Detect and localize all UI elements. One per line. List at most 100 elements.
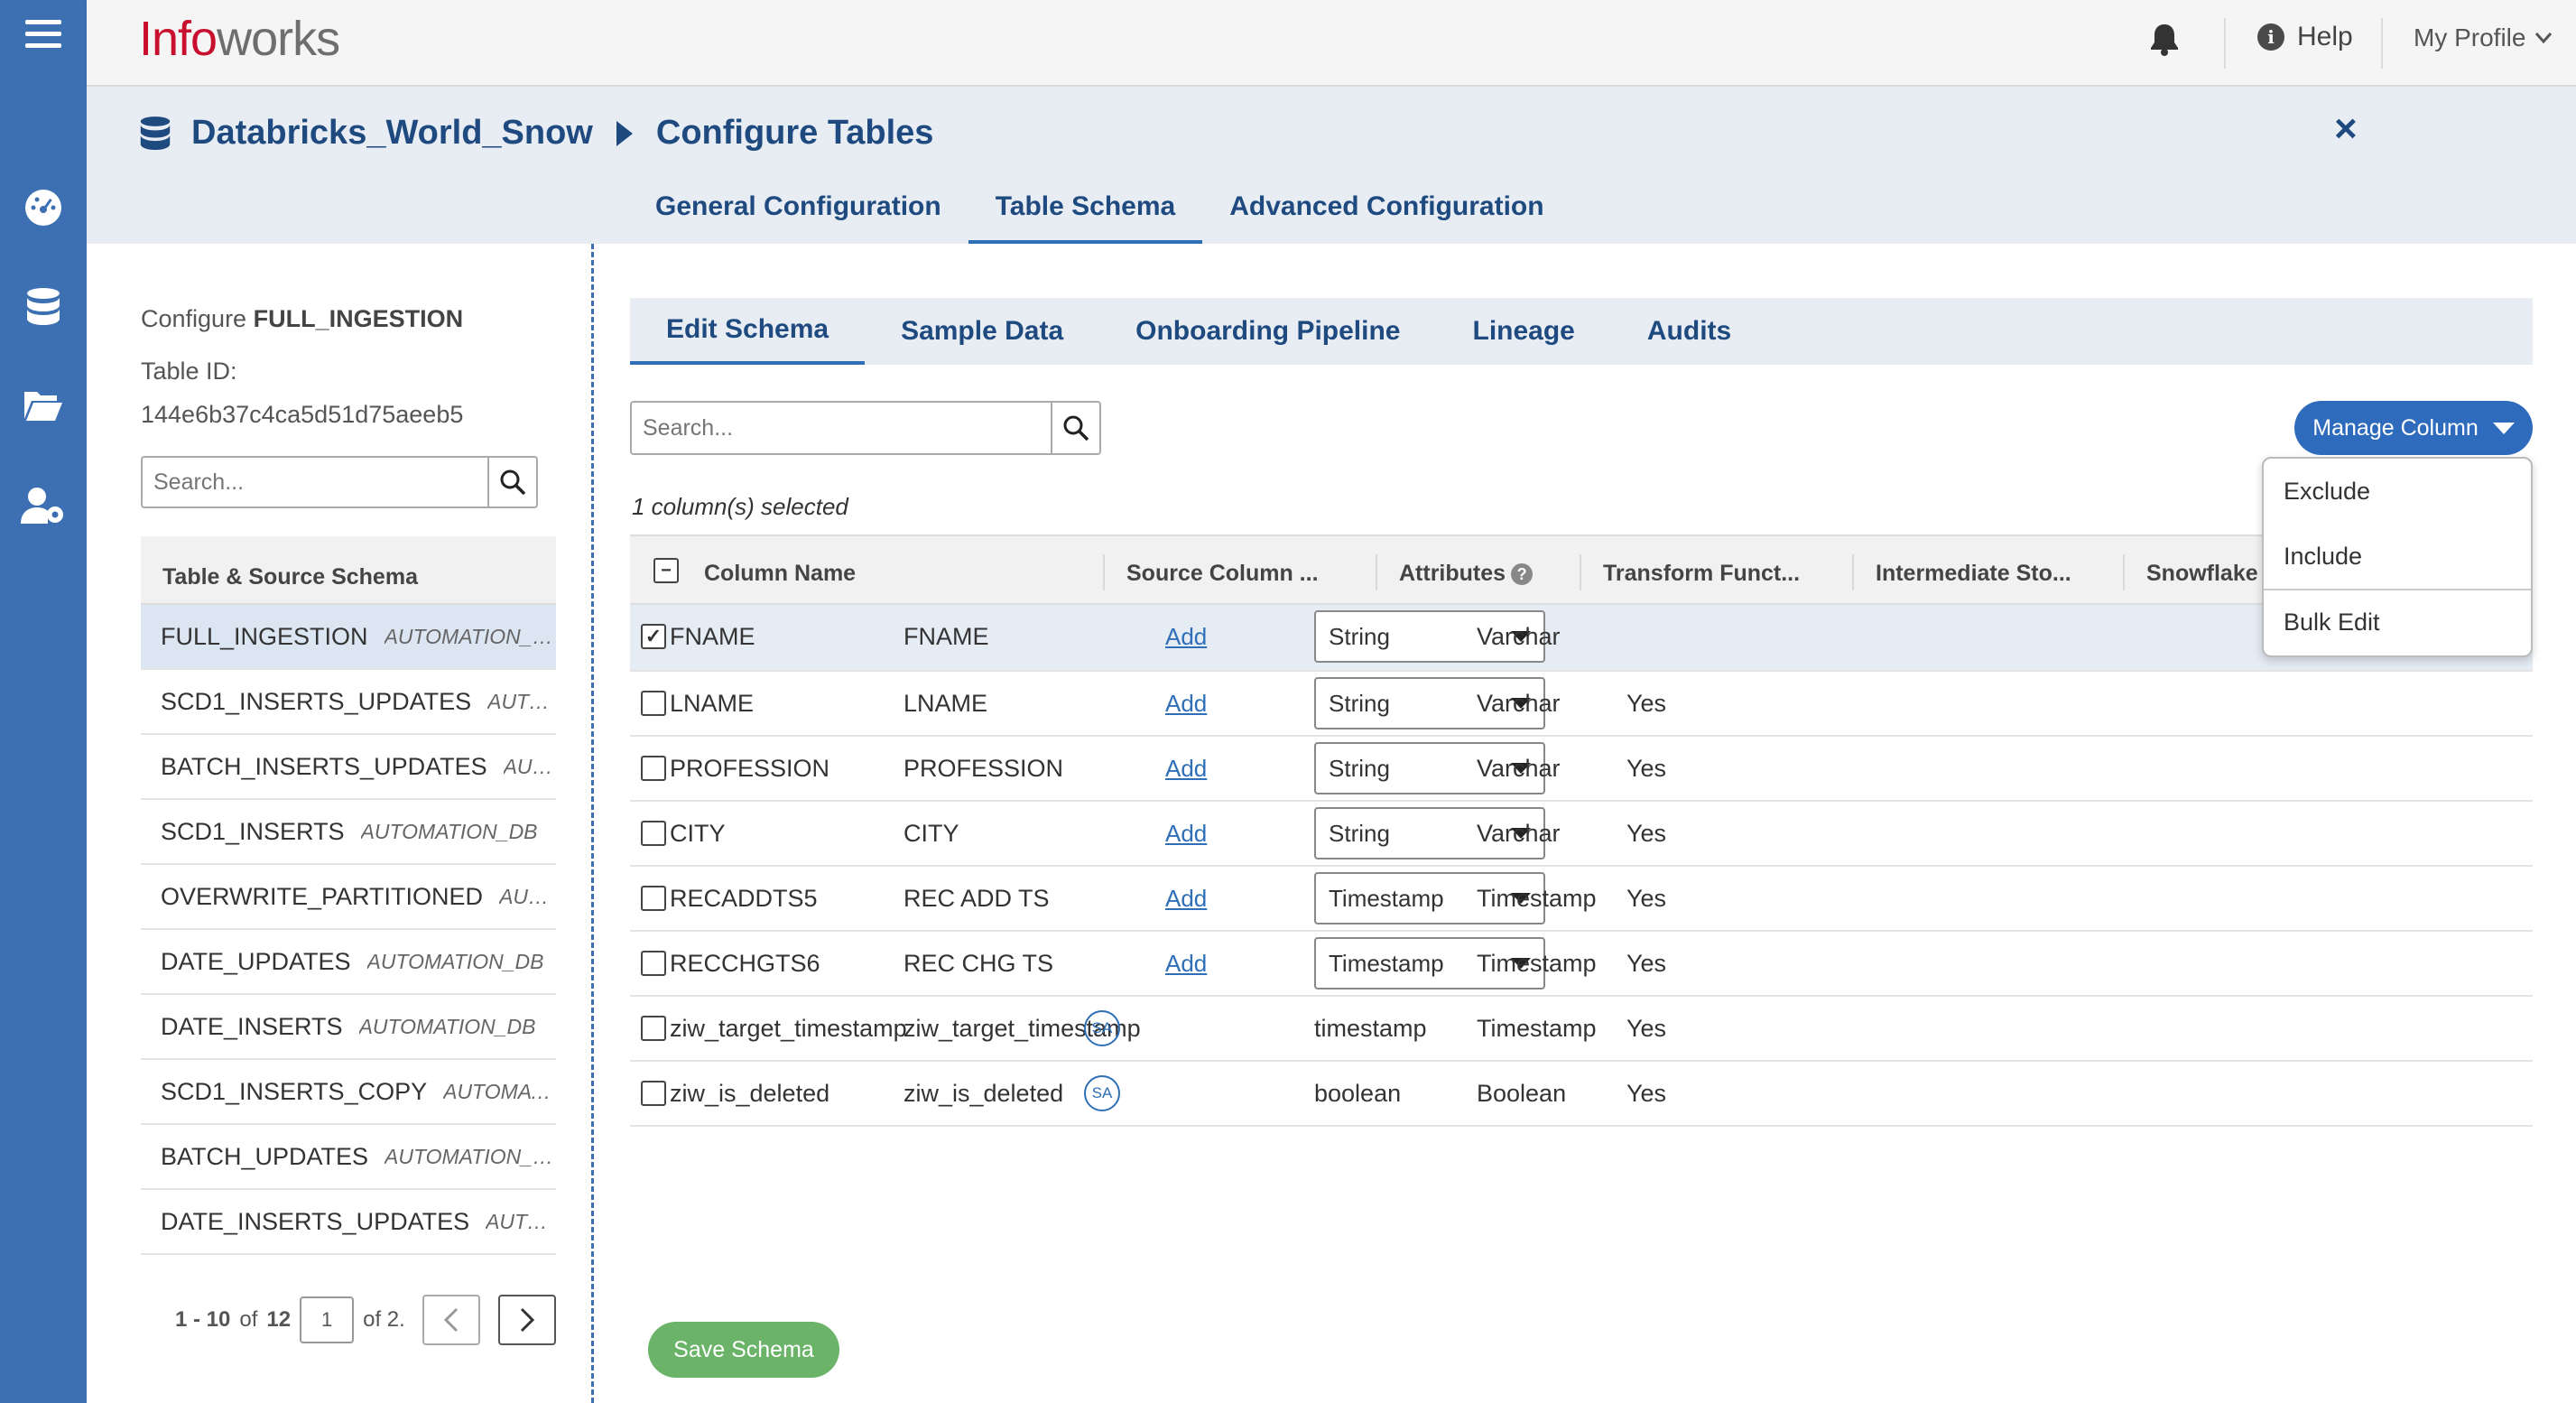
list-item[interactable]: SCD1_INSERTS_UPDATESAUTOMATION_DB: [141, 670, 556, 735]
row-checkbox[interactable]: [641, 691, 666, 716]
notification-bell-icon[interactable]: [2149, 23, 2180, 61]
add-transform-link[interactable]: Add: [1165, 623, 1207, 651]
table-row[interactable]: CITY CITY Add String Varchar Yes: [630, 802, 2533, 867]
snowflake-type-cell: Varchar: [1477, 689, 1561, 717]
database-icon[interactable]: [0, 287, 87, 327]
column-divider: [1376, 554, 1377, 590]
row-checkbox[interactable]: [641, 1016, 666, 1041]
row-checkbox[interactable]: [641, 886, 666, 911]
close-icon[interactable]: ×: [2334, 107, 2358, 152]
my-profile-menu[interactable]: My Profile: [2414, 23, 2553, 52]
profile-label: My Profile: [2414, 23, 2526, 51]
panel-divider: [591, 244, 594, 1403]
select-value: String: [1329, 819, 1390, 847]
table-row[interactable]: PROFESSION PROFESSION Add String Varchar Yes: [630, 737, 2533, 802]
search-button[interactable]: [487, 458, 536, 506]
tab-sample-data[interactable]: Sample Data: [865, 298, 1099, 365]
add-transform-link[interactable]: Add: [1165, 950, 1207, 978]
list-item[interactable]: SCD1_INSERTS_COPYAUTOMATION_DB: [141, 1060, 556, 1125]
tab-general-configuration[interactable]: General Configuration: [628, 184, 968, 244]
source-column-cell: LNAME: [903, 689, 988, 717]
chevron-left-icon: [443, 1307, 459, 1333]
row-checkbox-cell: [641, 672, 666, 735]
tab-onboarding-pipeline[interactable]: Onboarding Pipeline: [1099, 298, 1436, 365]
search-button[interactable]: [1051, 403, 1099, 453]
list-item[interactable]: OVERWRITE_PARTITIONEDAUTOMATION_DB: [141, 865, 556, 930]
table-row[interactable]: ziw_is_deleted ziw_is_deleted SA boolean Boo…: [630, 1062, 2533, 1127]
list-item[interactable]: DATE_INSERTS AUTOMATION_DB: [141, 995, 556, 1060]
column-search-input[interactable]: [632, 403, 1051, 453]
add-transform-link[interactable]: Add: [1165, 755, 1207, 783]
column-header-intermediate[interactable]: Intermediate Sto...: [1876, 536, 2071, 605]
table-id-label: Table ID:: [141, 358, 237, 385]
tab-audits[interactable]: Audits: [1611, 298, 1767, 365]
column-header-attributes[interactable]: Attributes?: [1399, 536, 1534, 605]
column-divider: [1103, 554, 1105, 590]
selection-count: 1 column(s) selected: [632, 493, 848, 520]
transform-cell: Add: [1165, 737, 1207, 800]
table-row[interactable]: ✓ FNAME FNAME Add String Varchar: [630, 605, 2533, 672]
menu-item-bulk-edit[interactable]: Bulk Edit: [2264, 589, 2531, 654]
list-item[interactable]: DATE_UPDATES AUTOMATION_DB: [141, 930, 556, 995]
column-header-snowflake[interactable]: Snowflake: [2146, 536, 2258, 605]
breadcrumb-current-page: Configure Tables: [655, 114, 934, 152]
list-item[interactable]: BATCH_INSERTS_UPDATESAUTOMATION_DB: [141, 735, 556, 800]
database-icon: [140, 116, 171, 150]
dashboard-gauge-icon[interactable]: [0, 188, 87, 228]
select-value: String: [1329, 754, 1390, 782]
table-search-input[interactable]: [143, 458, 487, 506]
menu-item-exclude[interactable]: Exclude: [2264, 459, 2531, 524]
list-item[interactable]: SCD1_INSERTS AUTOMATION_DB: [141, 800, 556, 865]
add-transform-link[interactable]: Add: [1165, 885, 1207, 913]
row-checkbox[interactable]: ✓: [641, 624, 666, 649]
table-row[interactable]: RECCHGTS6 REC CHG TS Add Timestamp Timestamp…: [630, 932, 2533, 997]
flag-cell: Yes: [1626, 1079, 1667, 1107]
row-checkbox[interactable]: [641, 951, 666, 976]
add-transform-link[interactable]: Add: [1165, 820, 1207, 848]
column-header-name[interactable]: Column Name: [704, 536, 856, 605]
column-header-source[interactable]: Source Column ...: [1126, 536, 1319, 605]
source-column-cell: PROFESSION: [903, 754, 1064, 782]
column-header-transform[interactable]: Transform Funct...: [1603, 536, 1800, 605]
select-all-checkbox[interactable]: −: [653, 536, 679, 605]
schema-table-body: ✓ FNAME FNAME Add String Varchar LNAME LNAME Add…: [630, 605, 2533, 1127]
attribute-cell: SA: [1084, 997, 1120, 1060]
add-transform-link[interactable]: Add: [1165, 690, 1207, 718]
column-search: [630, 401, 1101, 455]
table-row[interactable]: RECADDTS5 REC ADD TS Add Timestamp Timestamp…: [630, 867, 2533, 932]
row-checkbox[interactable]: [641, 1081, 666, 1106]
user-settings-icon[interactable]: [0, 486, 87, 525]
next-page-button[interactable]: [498, 1295, 556, 1345]
intermediate-storage-cell: boolean: [1314, 1079, 1402, 1107]
flag-cell: Yes: [1626, 689, 1667, 717]
column-name-cell: PROFESSION: [670, 754, 830, 782]
help-link[interactable]: i Help: [2257, 22, 2353, 52]
infoworks-logo[interactable]: Infoworks: [139, 11, 340, 67]
column-divider: [1852, 554, 1854, 590]
save-schema-button[interactable]: Save Schema: [648, 1322, 839, 1378]
help-icon[interactable]: ?: [1511, 563, 1534, 586]
table-row[interactable]: LNAME LNAME Add String Varchar Yes: [630, 672, 2533, 737]
hamburger-menu-icon[interactable]: [0, 18, 87, 51]
list-item[interactable]: DATE_INSERTS_UPDATESAUTOMATION_DB: [141, 1190, 556, 1255]
source-column-cell: FNAME: [903, 622, 989, 650]
manage-column-button[interactable]: Manage Column: [2294, 401, 2533, 455]
row-checkbox[interactable]: [641, 756, 666, 781]
list-item[interactable]: BATCH_UPDATES AUTOMATION_DB: [141, 1125, 556, 1190]
tab-advanced-configuration[interactable]: Advanced Configuration: [1202, 184, 1571, 244]
tab-table-schema[interactable]: Table Schema: [968, 184, 1203, 244]
breadcrumb-source-link[interactable]: Databricks_World_Snow: [191, 114, 593, 153]
title-band: Databricks_World_Snow Configure Tables ×…: [87, 87, 2576, 244]
table-row[interactable]: ziw_target_timestamp ziw_target_timestamp…: [630, 997, 2533, 1062]
column-name-cell: FNAME: [670, 622, 755, 650]
list-item[interactable]: FULL_INGESTION AUTOMATION_DB: [141, 605, 556, 670]
folder-open-icon[interactable]: [0, 388, 87, 423]
row-checkbox[interactable]: [641, 821, 666, 846]
menu-item-include[interactable]: Include: [2264, 524, 2531, 589]
page-number-input[interactable]: 1: [300, 1296, 355, 1343]
schema-sub-tabs: Edit Schema Sample Data Onboarding Pipel…: [630, 298, 2533, 365]
prev-page-button[interactable]: [422, 1295, 480, 1345]
pagination: 1 - 10 of 12 1 of 2.: [175, 1296, 405, 1343]
tab-edit-schema[interactable]: Edit Schema: [630, 298, 866, 365]
tab-lineage[interactable]: Lineage: [1437, 298, 1611, 365]
